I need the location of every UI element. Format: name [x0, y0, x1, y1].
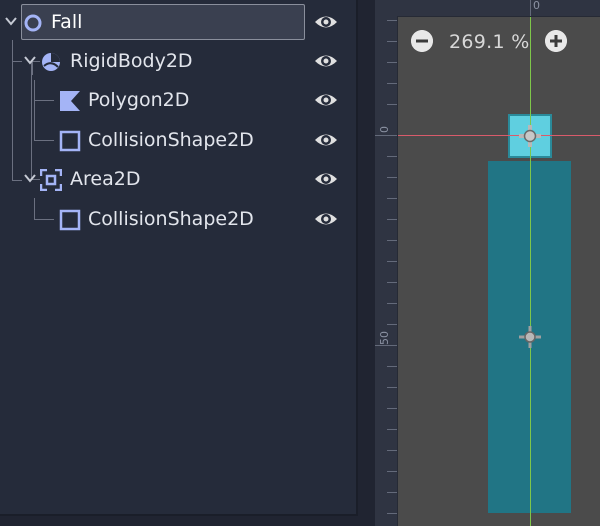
ruler-label: 0	[378, 126, 391, 133]
ruler-tick	[387, 62, 397, 63]
ruler-tick	[387, 156, 397, 157]
tree-item-fall[interactable]: Fall	[0, 2, 356, 42]
tree-item-collisionshape2d[interactable]: CollisionShape2D	[0, 199, 356, 239]
tree-item-collisionshape2d[interactable]: CollisionShape2D	[0, 120, 356, 160]
tree-item-polygon2d[interactable]: Polygon2D	[0, 80, 356, 120]
y-axis-line	[530, 16, 531, 526]
ruler-tick	[387, 429, 397, 430]
ruler-tick	[387, 513, 397, 514]
tree-item-area2d[interactable]: Area2D	[0, 159, 356, 199]
ruler-tick	[387, 240, 397, 241]
eye-icon[interactable]	[314, 11, 338, 33]
zoom-level[interactable]: 269.1 %	[449, 28, 530, 56]
polygon2d-icon	[60, 91, 80, 111]
move-handle-icon[interactable]	[519, 125, 541, 147]
eye-icon[interactable]	[314, 208, 338, 230]
move-handle-icon[interactable]	[519, 326, 541, 348]
ruler-tick	[375, 135, 397, 136]
ruler-tick	[387, 282, 397, 283]
collisionshape2d-icon	[59, 130, 81, 152]
ruler-tick	[387, 408, 397, 409]
eye-icon[interactable]	[314, 50, 338, 72]
zoom-controls: 269.1 %	[407, 28, 567, 58]
tree-item-rigidbody2d[interactable]: RigidBody2D	[0, 41, 356, 81]
tree-item-label: Area2D	[70, 168, 141, 190]
vertical-ruler: 0 50	[375, 16, 398, 526]
ruler-tick	[375, 345, 397, 346]
ruler-corner	[375, 0, 397, 16]
ruler-tick	[387, 387, 397, 388]
ruler-tick	[387, 303, 397, 304]
horizontal-ruler: 0	[375, 0, 600, 17]
x-axis-line	[397, 135, 600, 136]
ruler-tick	[387, 450, 397, 451]
canvas-viewport[interactable]: 0 0 50 269.1 %	[375, 0, 600, 526]
tree-item-label: CollisionShape2D	[88, 129, 254, 151]
ruler-label: 50	[378, 331, 391, 345]
ruler-tick	[387, 492, 397, 493]
ruler-tick	[530, 0, 531, 16]
eye-icon[interactable]	[314, 129, 338, 151]
area2d-icon	[40, 169, 62, 191]
tree-item-label: RigidBody2D	[70, 50, 193, 72]
chevron-down-icon[interactable]	[23, 53, 37, 67]
eye-icon[interactable]	[314, 89, 338, 111]
chevron-down-icon[interactable]	[4, 14, 18, 28]
tree-item-label: CollisionShape2D	[88, 208, 254, 230]
ruler-tick	[387, 324, 397, 325]
ruler-tick	[387, 219, 397, 220]
ruler-tick	[387, 104, 397, 105]
node2d-icon	[24, 14, 42, 32]
ruler-tick	[387, 41, 397, 42]
minus-circle-icon[interactable]	[411, 30, 433, 52]
ruler-tick	[387, 177, 397, 178]
ruler-tick	[387, 20, 397, 21]
chevron-down-icon[interactable]	[23, 171, 37, 185]
ruler-tick	[387, 83, 397, 84]
ruler-tick	[387, 261, 397, 262]
ruler-tick	[387, 471, 397, 472]
ruler-label: 0	[533, 0, 540, 12]
tree-item-label: Polygon2D	[88, 89, 190, 111]
eye-icon[interactable]	[314, 168, 338, 190]
scene-tree-panel: Fall RigidBody2D Polygon2D CollisionShap…	[0, 0, 358, 516]
tree-item-label: Fall	[51, 11, 83, 33]
collisionshape2d-icon	[59, 209, 81, 231]
plus-circle-icon[interactable]	[545, 30, 567, 52]
ruler-tick	[387, 198, 397, 199]
ruler-tick	[387, 366, 397, 367]
rigidbody2d-icon	[42, 53, 60, 71]
